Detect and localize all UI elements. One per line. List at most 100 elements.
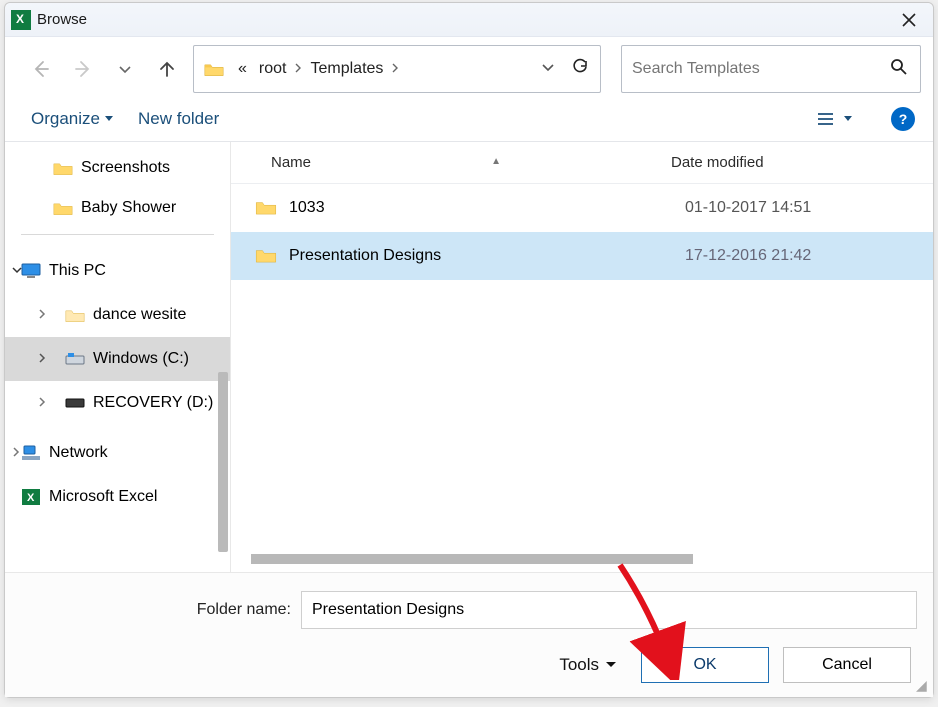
search-icon xyxy=(890,58,908,76)
main-area: Screenshots Baby Shower This PC xyxy=(5,142,933,572)
excel-icon: X xyxy=(21,489,41,505)
drive-icon xyxy=(65,395,85,411)
column-date[interactable]: Date modified xyxy=(671,154,764,171)
excel-app-icon xyxy=(11,10,31,30)
window-title: Browse xyxy=(37,11,87,28)
new-folder-button[interactable]: New folder xyxy=(138,109,219,129)
arrow-right-icon xyxy=(73,59,93,79)
arrow-left-icon xyxy=(31,59,51,79)
sidebar-item-recovery-d[interactable]: RECOVERY (D:) xyxy=(5,381,230,425)
sidebar-item-network[interactable]: Network xyxy=(5,431,230,475)
refresh-button[interactable] xyxy=(566,58,594,81)
folder-icon xyxy=(53,160,73,176)
navigation-pane: Screenshots Baby Shower This PC xyxy=(5,142,231,572)
sidebar-item-label: Screenshots xyxy=(81,159,170,177)
ok-button[interactable]: OK xyxy=(641,647,769,683)
nav-back-button[interactable] xyxy=(25,53,57,85)
sidebar-item-windows-c[interactable]: Windows (C:) xyxy=(5,337,230,381)
close-button[interactable] xyxy=(895,6,923,34)
folder-icon xyxy=(204,61,224,77)
help-button[interactable]: ? xyxy=(891,107,915,131)
close-icon xyxy=(901,12,917,28)
folder-name-row: Folder name: xyxy=(21,591,917,629)
cancel-button[interactable]: Cancel xyxy=(783,647,911,683)
organize-menu[interactable]: Organize xyxy=(31,109,114,129)
column-headers: Name ▲ Date modified xyxy=(231,142,933,184)
chevron-down-icon xyxy=(118,62,132,76)
caret-down-icon xyxy=(843,115,853,123)
chevron-down-icon xyxy=(541,60,555,74)
chevron-right-icon xyxy=(37,308,47,323)
sidebar-item-screenshots[interactable]: Screenshots xyxy=(5,148,230,188)
resize-grip[interactable]: ◢ xyxy=(916,680,930,694)
folder-icon xyxy=(255,199,279,217)
scroll-thumb[interactable] xyxy=(218,372,228,552)
horizontal-scrollbar[interactable] xyxy=(251,554,693,564)
caret-down-icon xyxy=(104,115,114,123)
sidebar-item-baby-shower[interactable]: Baby Shower xyxy=(5,188,230,228)
dialog-footer: Folder name: Tools OK Cancel xyxy=(5,572,933,697)
nav-up-button[interactable] xyxy=(151,53,183,85)
folder-icon xyxy=(65,307,85,323)
button-row: Tools OK Cancel xyxy=(21,647,917,683)
sidebar-item-label: dance wesite xyxy=(93,306,186,324)
tools-label: Tools xyxy=(559,655,599,675)
file-row[interactable]: 1033 01-10-2017 14:51 xyxy=(231,184,933,232)
breadcrumb-sep1 xyxy=(292,62,304,76)
new-folder-label: New folder xyxy=(138,109,219,129)
sidebar-item-label: This PC xyxy=(49,262,106,280)
file-list-pane: Name ▲ Date modified 1033 01-10-2017 14:… xyxy=(231,142,933,572)
browse-dialog: Browse « root Templates xyxy=(4,2,934,698)
drive-icon xyxy=(65,351,85,367)
titlebar: Browse xyxy=(5,3,933,37)
search-button[interactable] xyxy=(890,58,910,81)
breadcrumb-sep2 xyxy=(389,62,401,76)
tools-menu[interactable]: Tools xyxy=(559,655,617,675)
breadcrumb-root[interactable]: root xyxy=(253,60,293,78)
nav-forward-button[interactable] xyxy=(67,53,99,85)
sidebar-item-this-pc[interactable]: This PC xyxy=(5,249,230,293)
folder-name-label: Folder name: xyxy=(21,601,291,619)
breadcrumb-prefix: « xyxy=(232,60,253,78)
chevron-right-icon xyxy=(37,396,47,411)
network-icon xyxy=(21,445,41,461)
chevron-down-icon xyxy=(11,264,23,278)
toolbar: Organize New folder ? xyxy=(5,101,933,142)
sidebar-item-label: RECOVERY (D:) xyxy=(93,394,213,412)
sidebar-item-label: Network xyxy=(49,444,108,462)
file-date: 17-12-2016 21:42 xyxy=(685,247,811,265)
address-dropdown[interactable] xyxy=(536,60,560,79)
sidebar-divider xyxy=(21,234,214,235)
chevron-right-icon xyxy=(37,352,47,367)
sidebar-item-label: Windows (C:) xyxy=(93,350,189,368)
file-name: Presentation Designs xyxy=(289,247,685,265)
list-view-icon xyxy=(817,112,837,126)
svg-text:X: X xyxy=(27,492,35,504)
sidebar-item-label: Baby Shower xyxy=(81,199,176,217)
folder-icon xyxy=(255,247,279,265)
organize-label: Organize xyxy=(31,109,100,129)
nav-recent-button[interactable] xyxy=(109,53,141,85)
sidebar-item-microsoft-excel[interactable]: X Microsoft Excel xyxy=(5,475,230,519)
chevron-right-icon xyxy=(11,446,21,461)
address-bar[interactable]: « root Templates xyxy=(193,45,601,93)
view-options-button[interactable] xyxy=(817,112,853,126)
sidebar-scrollbar[interactable] xyxy=(218,142,228,552)
file-date: 01-10-2017 14:51 xyxy=(685,199,811,217)
sidebar-item-dance-wesite[interactable]: dance wesite xyxy=(5,293,230,337)
column-name[interactable]: Name ▲ xyxy=(271,154,671,171)
pc-icon xyxy=(21,263,41,279)
caret-down-icon xyxy=(605,661,617,669)
folder-name-input[interactable] xyxy=(301,591,917,629)
file-list-body xyxy=(231,280,933,572)
refresh-icon xyxy=(571,58,589,76)
search-input[interactable] xyxy=(632,60,890,78)
search-bar[interactable] xyxy=(621,45,921,93)
sidebar-item-label: Microsoft Excel xyxy=(49,488,157,506)
breadcrumb-templates[interactable]: Templates xyxy=(304,60,389,78)
folder-icon xyxy=(53,200,73,216)
file-row[interactable]: Presentation Designs 17-12-2016 21:42 xyxy=(231,232,933,280)
nav-row: « root Templates xyxy=(5,37,933,101)
sort-indicator-icon: ▲ xyxy=(491,156,501,167)
arrow-up-icon xyxy=(157,59,177,79)
